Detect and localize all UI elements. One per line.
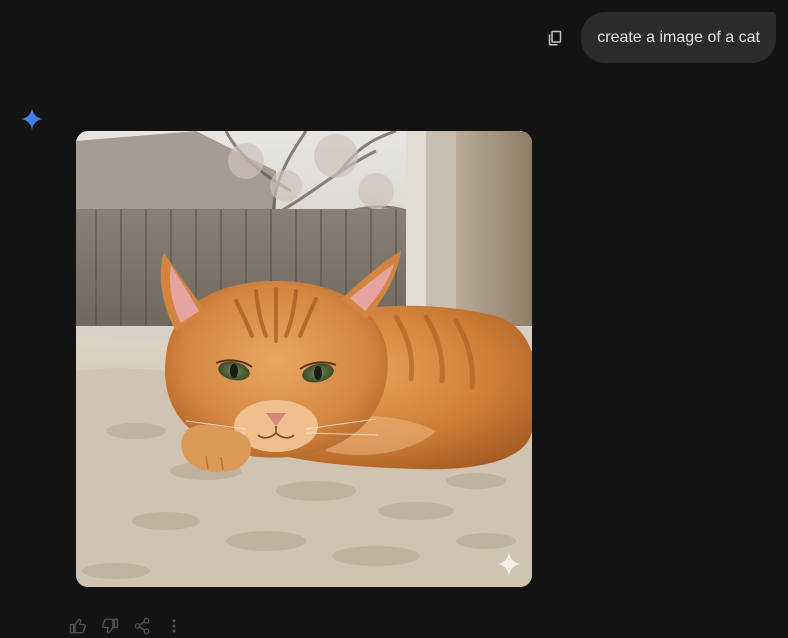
user-prompt-row: create a image of a cat xyxy=(543,12,776,63)
user-prompt-text: create a image of a cat xyxy=(597,28,760,46)
more-options-button[interactable] xyxy=(162,614,186,638)
more-vert-icon xyxy=(172,619,176,633)
generated-cat-image[interactable] xyxy=(76,131,532,587)
thumbs-down-icon xyxy=(101,618,119,634)
user-prompt-bubble: create a image of a cat xyxy=(581,12,776,63)
thumbs-up-button[interactable] xyxy=(66,614,90,638)
copy-icon xyxy=(548,30,562,46)
share-button[interactable] xyxy=(130,614,154,638)
copy-prompt-button[interactable] xyxy=(543,26,567,50)
sparkle-watermark-icon xyxy=(497,552,521,576)
thumbs-up-icon xyxy=(69,618,87,634)
gemini-sparkle-icon xyxy=(21,108,43,130)
thumbs-down-button[interactable] xyxy=(98,614,122,638)
response-action-bar xyxy=(66,614,186,638)
cat-illustration xyxy=(76,131,532,587)
share-icon xyxy=(134,617,150,635)
